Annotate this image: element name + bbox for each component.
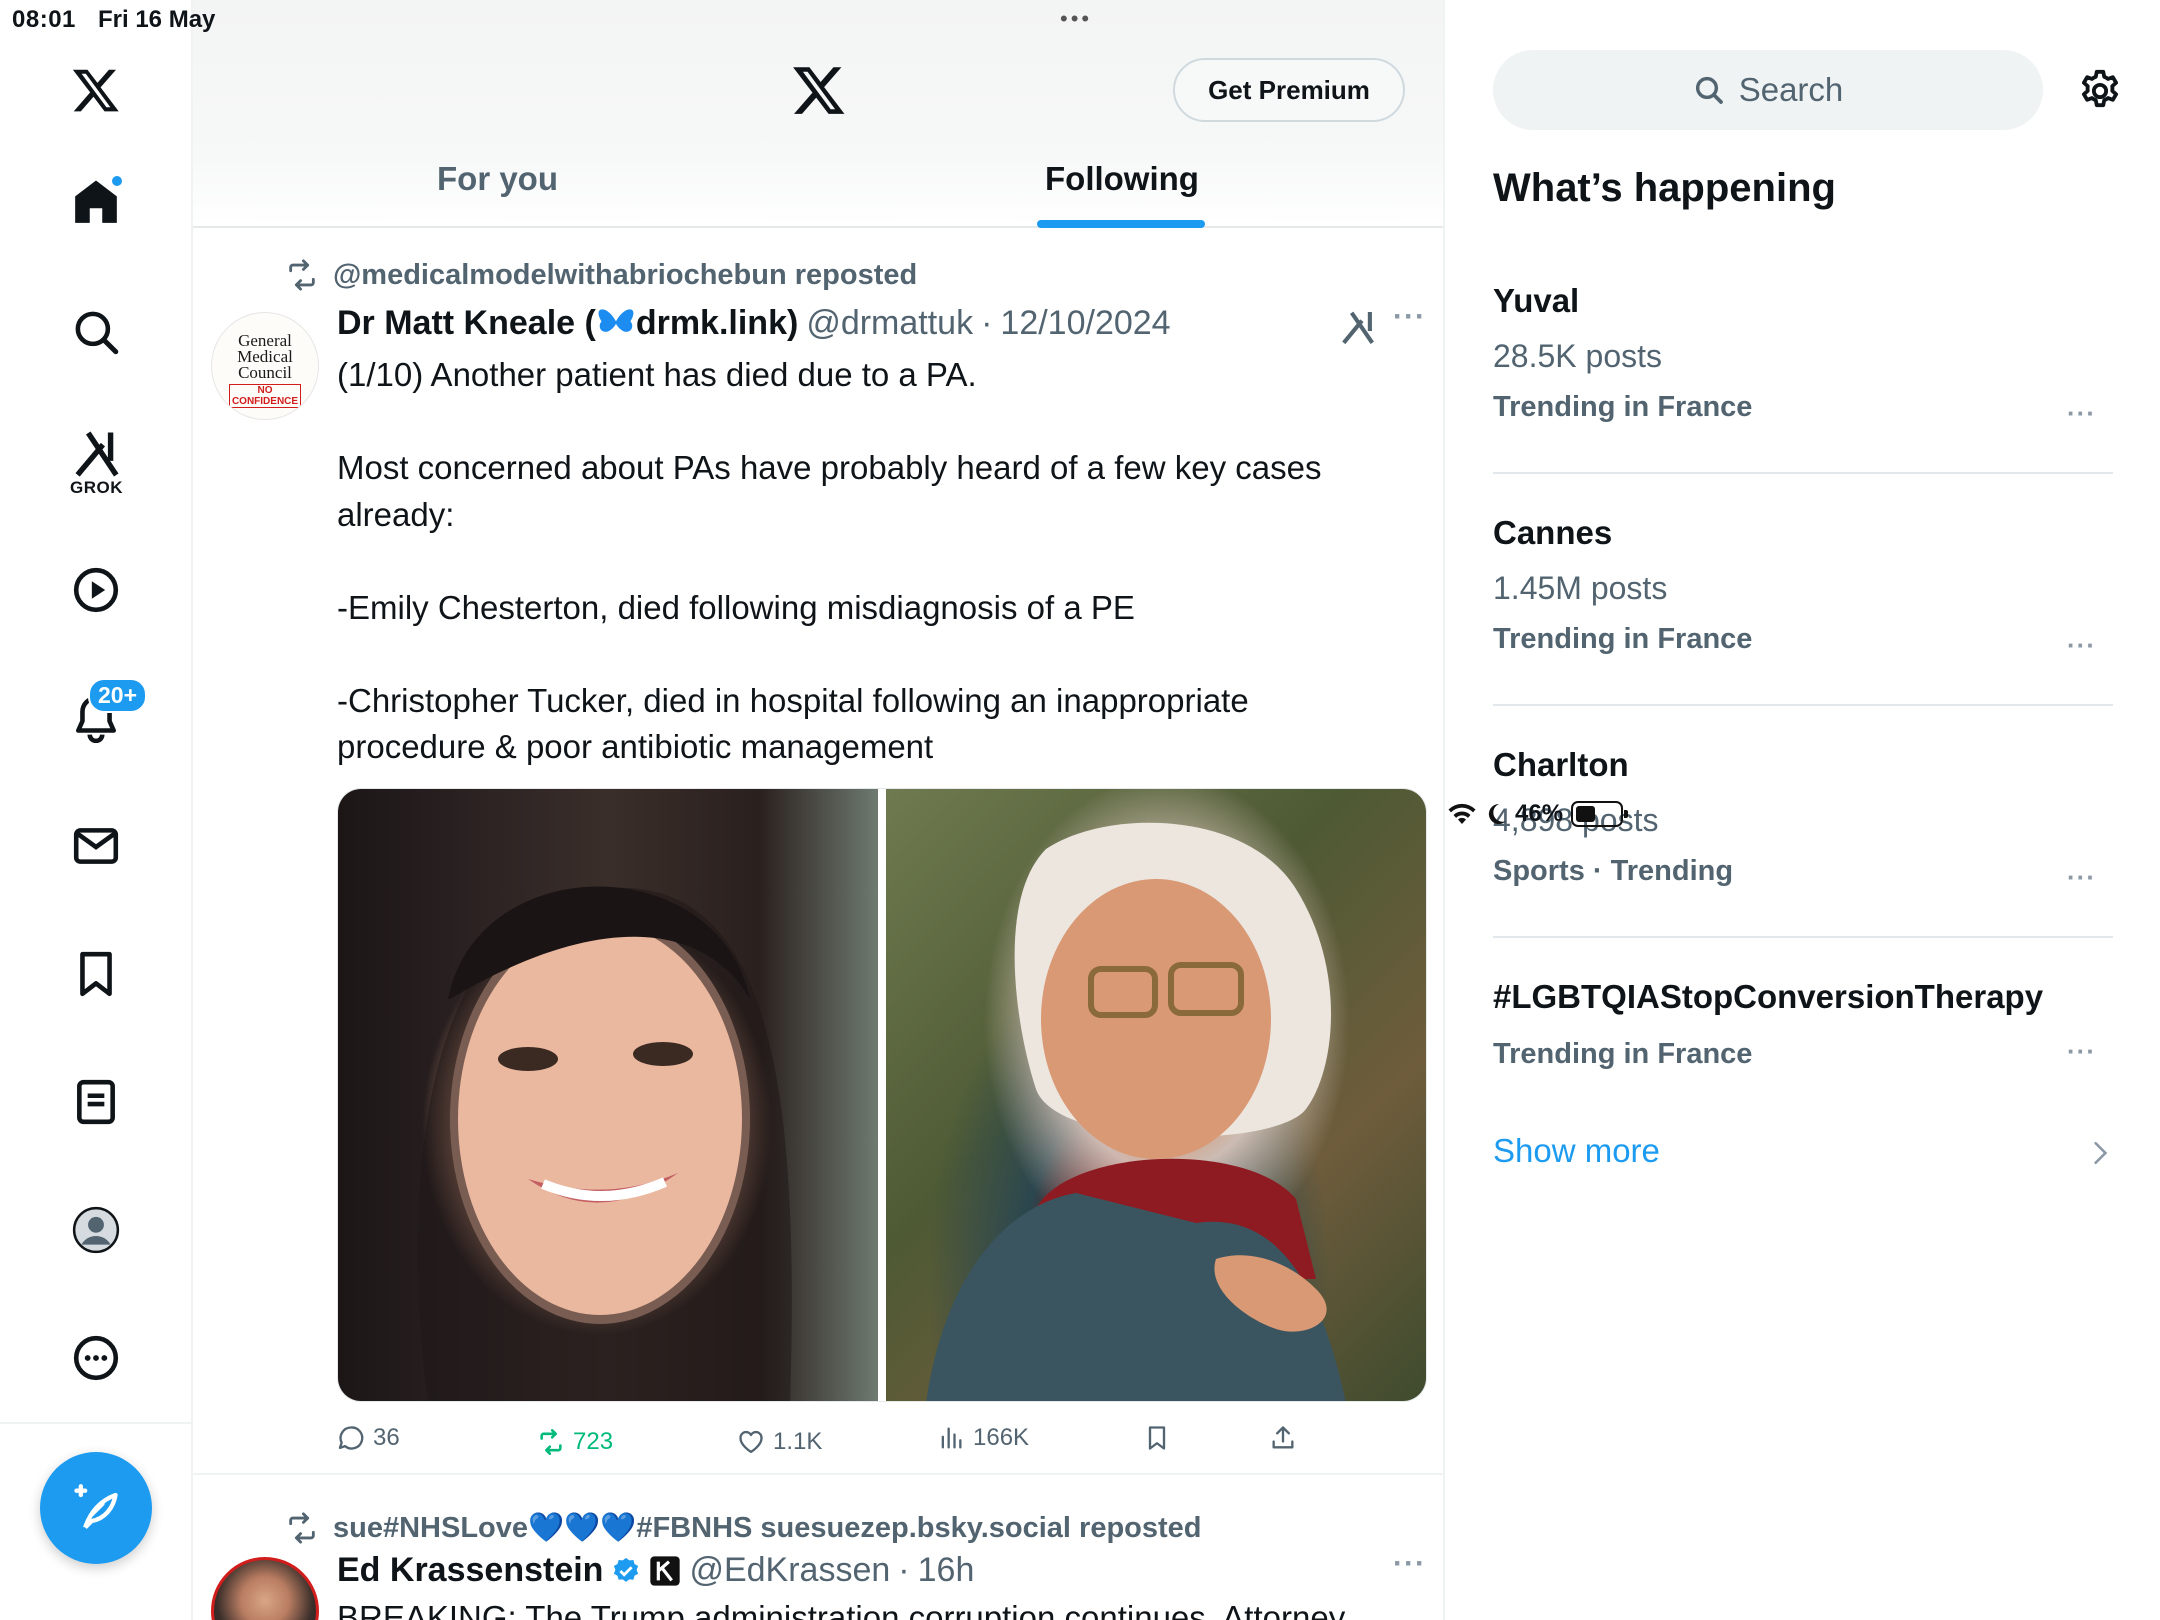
multitasking-dots-icon[interactable]: ••• xyxy=(1060,6,1092,32)
author-avatar[interactable]: General Medical Council NO CONFIDENCE xyxy=(211,312,319,420)
bookmark-button[interactable] xyxy=(1143,1424,1171,1452)
heart-icon xyxy=(739,1430,763,1454)
post-more-icon[interactable]: ··· xyxy=(1393,1547,1426,1581)
author-handle[interactable]: @EdKrassen xyxy=(689,1551,890,1590)
post-more-icon[interactable]: ··· xyxy=(1393,300,1426,334)
repost-icon xyxy=(289,1512,315,1544)
avatar-text-line: Council xyxy=(238,363,292,382)
avatar-stamp: NO CONFIDENCE xyxy=(229,384,301,408)
butterfly-icon xyxy=(598,309,634,332)
post-card[interactable]: @medicalmodelwithabriochebun reposted Ge… xyxy=(193,230,1443,1475)
verified-badge-icon xyxy=(614,1557,639,1582)
reply-count: 36 xyxy=(373,1424,400,1451)
main-timeline: Get Premium For you Following @medicalmo… xyxy=(193,0,1445,1620)
post-text: BREAKING: The Trump administration corru… xyxy=(337,1599,1346,1620)
author-name[interactable]: Dr Matt Kneale ( drmk.link) xyxy=(337,304,798,343)
tab-for-you[interactable]: For you xyxy=(437,160,558,198)
repost-button[interactable]: 723 xyxy=(537,1428,613,1456)
get-premium-button[interactable]: Get Premium xyxy=(1173,58,1405,122)
reposted-by-text[interactable]: sue#NHSLove💙💙💙#FBNHS suesuezep.bsky.soci… xyxy=(333,1511,1202,1545)
author-avatar[interactable] xyxy=(211,1557,319,1620)
more-options-icon[interactable] xyxy=(60,1322,132,1394)
media-photo-left[interactable] xyxy=(338,789,878,1401)
compose-post-button[interactable] xyxy=(40,1452,152,1564)
author-name-part: drmk.link) xyxy=(635,304,799,342)
home-icon[interactable] xyxy=(60,166,132,238)
notifications-badge: 20+ xyxy=(88,678,148,713)
post-actions: 36 723 1.1K 166K xyxy=(337,1424,1397,1464)
grok-explain-icon[interactable] xyxy=(1339,308,1377,346)
post-text: (1/10) Another patient has died due to a… xyxy=(337,356,1322,765)
views-button[interactable]: 166K xyxy=(937,1424,1029,1452)
author-name-part: Dr Matt Kneale ( xyxy=(337,304,596,342)
repost-context: sue#NHSLove💙💙💙#FBNHS suesuezep.bsky.soci… xyxy=(285,1511,1202,1545)
repost-context: @medicalmodelwithabriochebun reposted xyxy=(285,258,917,292)
media-photo-right[interactable] xyxy=(886,789,1426,1401)
post-header: Ed Krassenstein @EdKrassen · 16h xyxy=(337,1551,974,1590)
post-media[interactable] xyxy=(337,788,1427,1402)
battery-icon xyxy=(1571,801,1629,827)
battery-percent: 46% xyxy=(1515,800,1564,827)
post-date[interactable]: 12/10/2024 xyxy=(1000,304,1170,343)
compose-feather-icon xyxy=(74,1484,118,1530)
views-chart-icon xyxy=(941,1427,962,1449)
profile-avatar-icon[interactable] xyxy=(60,1194,132,1266)
repost-count: 723 xyxy=(573,1428,614,1455)
share-upload-icon xyxy=(1272,1426,1294,1449)
status-right: 46% xyxy=(1447,4,2160,1620)
wifi-icon xyxy=(1448,803,1476,824)
status-bar: 08:01 Fri 16 May ••• 46% xyxy=(0,0,2160,827)
share-button[interactable] xyxy=(1269,1424,1297,1452)
lists-icon[interactable] xyxy=(60,1066,132,1138)
repost-action-icon xyxy=(540,1429,562,1455)
home-unread-dot xyxy=(110,174,124,188)
status-date: Fri 16 May xyxy=(98,6,216,33)
x-header-logo-icon xyxy=(793,67,845,114)
like-count: 1.1K xyxy=(773,1428,823,1455)
post-meta-separator: · xyxy=(981,304,993,342)
like-button[interactable]: 1.1K xyxy=(737,1428,822,1456)
moon-icon xyxy=(1488,803,1506,824)
x-logo-icon[interactable] xyxy=(60,54,132,126)
explore-search-icon[interactable] xyxy=(60,296,132,368)
bookmark-icon xyxy=(1148,1426,1166,1450)
post-header: Dr Matt Kneale ( drmk.link) @drmattuk · 1… xyxy=(337,304,1171,343)
tab-following[interactable]: Following xyxy=(1045,160,1199,198)
active-tab-indicator xyxy=(1037,220,1205,228)
repost-icon xyxy=(289,259,315,291)
messages-envelope-icon[interactable] xyxy=(60,810,132,882)
author-handle[interactable]: @drmattuk xyxy=(806,304,973,343)
nav-divider xyxy=(0,1422,193,1424)
post-meta-separator: · xyxy=(898,1551,910,1589)
status-time: 08:01 xyxy=(12,6,76,33)
post-time[interactable]: 16h xyxy=(918,1551,975,1590)
post-card[interactable]: sue#NHSLove💙💙💙#FBNHS suesuezep.bsky.soci… xyxy=(193,1477,1443,1620)
grok-label: GROK xyxy=(70,478,123,497)
video-play-icon[interactable] xyxy=(60,554,132,626)
affiliate-badge-icon xyxy=(650,1555,681,1586)
notifications-bell-icon[interactable]: 20+ xyxy=(60,678,148,754)
author-name[interactable]: Ed Krassenstein xyxy=(337,1551,603,1590)
reply-icon xyxy=(338,1426,364,1450)
views-count: 166K xyxy=(973,1424,1030,1451)
portrait-illustration-left xyxy=(417,886,792,1401)
left-navigation: GROK 20+ xyxy=(0,0,193,1620)
bookmarks-icon[interactable] xyxy=(60,938,132,1010)
portrait-illustration-right xyxy=(926,822,1346,1401)
reply-button[interactable]: 36 xyxy=(337,1424,400,1452)
reposted-by-text[interactable]: @medicalmodelwithabriochebun reposted xyxy=(333,259,917,292)
